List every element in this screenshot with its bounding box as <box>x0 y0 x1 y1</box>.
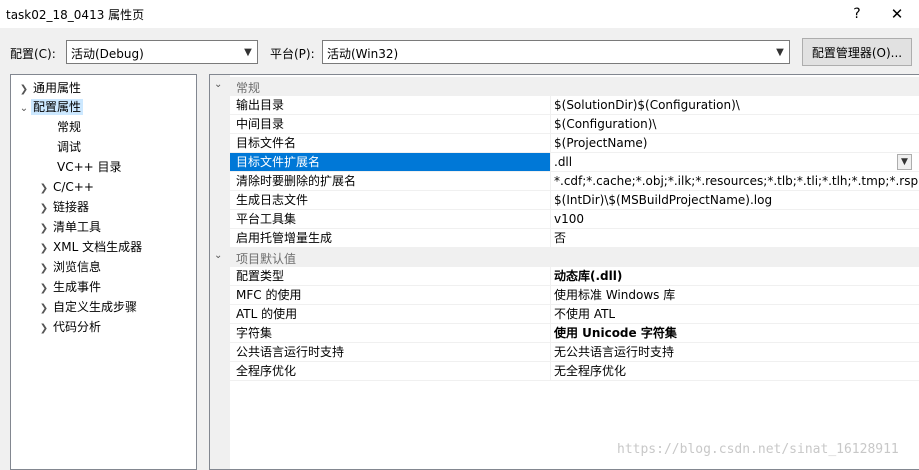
property-row[interactable]: 生成日志文件 $(IntDir)\$(MSBuildProjectName).lo… <box>230 191 919 210</box>
property-row[interactable]: 全程序优化 无全程序优化 <box>230 362 919 381</box>
chevron-right-icon[interactable]: ❯ <box>37 259 51 279</box>
config-manager-button[interactable]: 配置管理器(O)... <box>802 38 912 66</box>
tree-item-custom-build[interactable]: ❯ 自定义生成步骤 <box>37 297 139 317</box>
platform-select-value: 活动(Win32) <box>327 47 399 61</box>
property-row[interactable]: 平台工具集 v100 <box>230 210 919 229</box>
property-row[interactable]: ATL 的使用 不使用 ATL <box>230 305 919 324</box>
tree-item-vc-dirs[interactable]: VC++ 目录 <box>55 157 124 177</box>
tree-item-build-events[interactable]: ❯ 生成事件 <box>37 277 103 297</box>
config-label: 配置(C): <box>10 47 56 61</box>
property-row[interactable]: 字符集 使用 Unicode 字符集 <box>230 324 919 343</box>
tree-item-cpp[interactable]: ❯ C/C++ <box>37 177 96 197</box>
chevron-right-icon[interactable]: ❯ <box>37 299 51 319</box>
platform-select[interactable]: 活动(Win32) ▼ <box>322 40 790 64</box>
category-project-defaults[interactable]: ⌄ 项目默认值 <box>210 248 919 267</box>
property-row-selected[interactable]: 目标文件扩展名 .dll ▼ <box>230 153 919 172</box>
title-bar: task02_18_0413 属性页 ? ✕ <box>0 0 919 28</box>
tree-item-general[interactable]: 常规 <box>55 117 83 137</box>
chevron-down-icon[interactable]: ⌄ <box>17 99 31 119</box>
chevron-down-icon[interactable]: ▼ <box>897 154 912 170</box>
property-row[interactable]: 公共语言运行时支持 无公共语言运行时支持 <box>230 343 919 362</box>
chevron-down-icon[interactable]: ⌄ <box>214 250 222 261</box>
chevron-right-icon[interactable]: ❯ <box>37 279 51 299</box>
platform-label: 平台(P): <box>270 47 315 61</box>
property-row[interactable]: 启用托管增量生成否 <box>230 229 919 248</box>
property-row[interactable]: MFC 的使用 使用标准 Windows 库 <box>230 286 919 305</box>
config-select-value: 活动(Debug) <box>71 47 144 61</box>
property-row[interactable]: 目标文件名 $(ProjectName) <box>230 134 919 153</box>
help-button[interactable]: ? <box>838 0 876 28</box>
chevron-right-icon[interactable]: ❯ <box>37 199 51 219</box>
property-row[interactable]: 配置类型 动态库(.dll) <box>230 267 919 286</box>
property-value-input[interactable]: .dll <box>550 153 919 171</box>
chevron-right-icon[interactable]: ❯ <box>37 219 51 239</box>
window-title: task02_18_0413 属性页 <box>6 8 145 22</box>
tree-item-xml-doc[interactable]: ❯ XML 文档生成器 <box>37 237 144 257</box>
chevron-right-icon[interactable]: ❯ <box>37 179 51 199</box>
property-tree: ❯ 通用属性 ⌄ 配置属性 常规 调试 VC++ 目录 ❯ C/C++ ❯ 链接器 ❯ 清… <box>10 74 197 470</box>
tree-item-common[interactable]: ❯ 通用属性 <box>17 78 83 98</box>
property-row[interactable]: 输出目录 $(SolutionDir)$(Configuration)\ <box>230 96 919 115</box>
tree-item-code-analysis[interactable]: ❯ 代码分析 <box>37 317 103 337</box>
tree-item-linker[interactable]: ❯ 链接器 <box>37 197 91 217</box>
tree-item-debug[interactable]: 调试 <box>55 137 83 157</box>
property-row[interactable]: 中间目录 $(Configuration)\ <box>230 115 919 134</box>
chevron-right-icon[interactable]: ❯ <box>37 239 51 259</box>
property-row[interactable]: 清除时要删除的扩展名 *.cdf;*.cache;*.obj;*.ilk;*.re… <box>230 172 919 191</box>
config-select[interactable]: 活动(Debug) ▼ <box>66 40 258 64</box>
tree-item-browse[interactable]: ❯ 浏览信息 <box>37 257 103 277</box>
close-button[interactable]: ✕ <box>878 0 916 28</box>
property-grid: ⌄ 常规 输出目录 $(SolutionDir)$(Configuration)\… <box>209 74 919 470</box>
chevron-right-icon[interactable]: ❯ <box>37 319 51 339</box>
chevron-down-icon: ▼ <box>244 46 252 58</box>
category-general[interactable]: ⌄ 常规 <box>210 77 919 96</box>
grid-gutter <box>210 75 230 469</box>
tree-item-manifest[interactable]: ❯ 清单工具 <box>37 217 103 237</box>
tree-item-config-props[interactable]: ⌄ 配置属性 <box>17 97 84 119</box>
watermark: https://blog.csdn.net/sinat_16128911 <box>617 442 899 457</box>
chevron-down-icon[interactable]: ⌄ <box>214 79 222 90</box>
chevron-down-icon: ▼ <box>776 46 784 58</box>
